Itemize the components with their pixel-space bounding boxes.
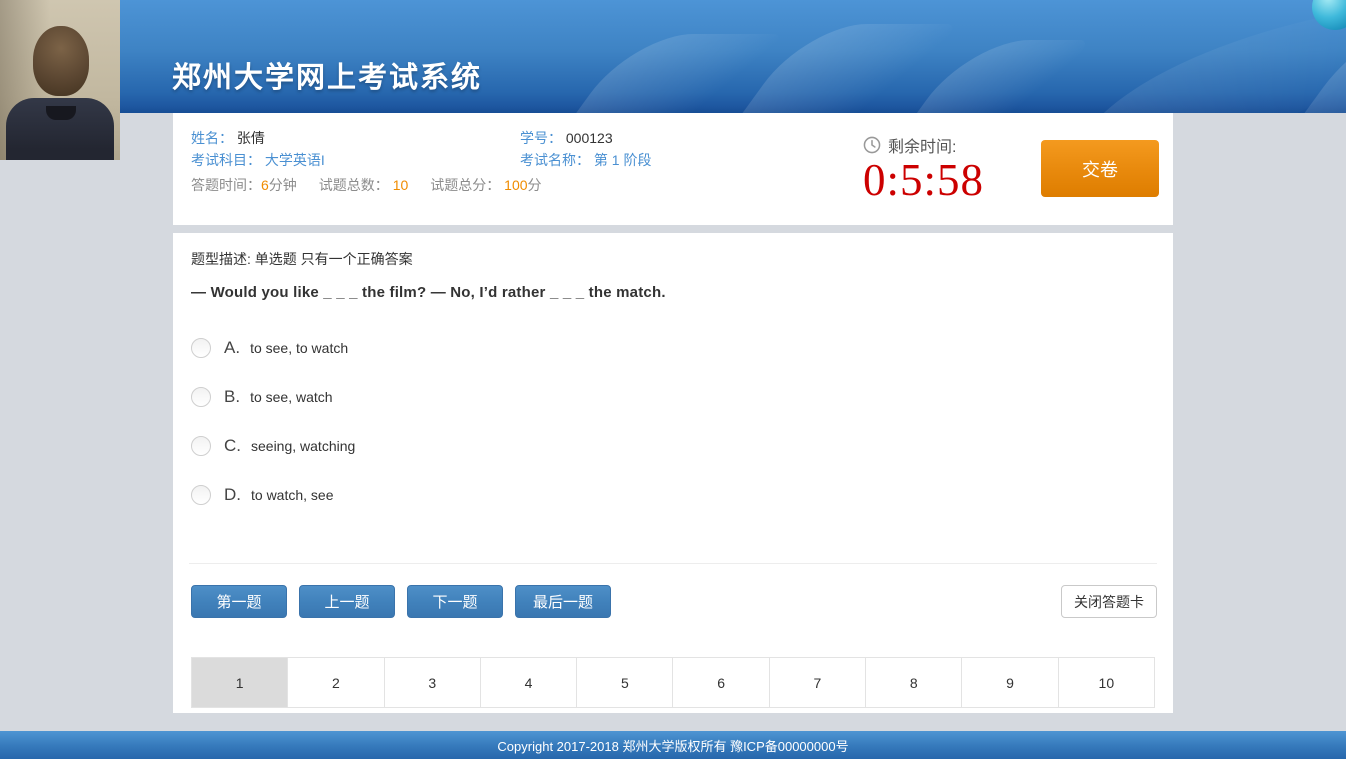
timer-label: 剩余时间: [888, 133, 956, 157]
name-label: 姓名： [191, 130, 233, 146]
question-cell-9[interactable]: 9 [961, 658, 1057, 707]
total-score-label: 试题总分： [430, 177, 500, 193]
question-nav-buttons: 第一题 上一题 下一题 最后一题 [191, 585, 611, 618]
first-question-button[interactable]: 第一题 [191, 585, 287, 618]
timer-block: 剩余时间: 0:5:58 [863, 133, 984, 203]
question-cell-3[interactable]: 3 [384, 658, 480, 707]
option-letter: C. [224, 436, 241, 456]
exam-subject-row: 考试科目： 大学英语I [191, 149, 542, 171]
header: 郑州大学网上考试系统 [0, 0, 1346, 113]
info-middle-column: 学号： 000123 考试名称： 第 1 阶段 [520, 127, 651, 171]
webcam-person-collar [46, 106, 76, 120]
clock-icon [863, 136, 881, 154]
option-row-c[interactable]: C. seeing, watching [191, 421, 791, 470]
radio-button-b[interactable] [191, 387, 211, 407]
timer-value: 0:5:58 [863, 157, 984, 203]
option-text: to see, watch [250, 389, 333, 405]
exam-name-row: 考试名称： 第 1 阶段 [520, 149, 651, 171]
student-info-panel: 姓名： 张倩 考试科目： 大学英语I 答题时间：6分钟 试题总数： 10 试题总分：… [173, 113, 1173, 225]
student-name-row: 姓名： 张倩 [191, 127, 542, 149]
question-cell-10[interactable]: 10 [1058, 658, 1154, 707]
option-text: seeing, watching [251, 438, 355, 454]
timer-label-row: 剩余时间: [863, 133, 984, 157]
option-row-b[interactable]: B. to see, watch [191, 372, 791, 421]
exam-page: 郑州大学网上考试系统 姓名： 张倩 考试科目： 大学英语I 答题时间：6分钟试题… [0, 0, 1346, 759]
question-count-value: 10 [393, 177, 409, 193]
question-cell-1[interactable]: 1 [192, 658, 287, 707]
question-cell-7[interactable]: 7 [769, 658, 865, 707]
radio-button-a[interactable] [191, 338, 211, 358]
exam-meta-row: 答题时间：6分钟 试题总数： 10 试题总分： 100分 [191, 174, 542, 196]
last-question-button[interactable]: 最后一题 [515, 585, 611, 618]
question-panel: 题型描述: 单选题 只有一个正确答案 — Would you like _ _ … [173, 233, 1173, 713]
divider [189, 563, 1157, 564]
duration-value: 6 [261, 177, 269, 193]
option-letter: B. [224, 387, 240, 407]
page-title: 郑州大学网上考试系统 [172, 54, 482, 96]
previous-question-button[interactable]: 上一题 [299, 585, 395, 618]
options-list: A. to see, to watch B. to see, watch C. … [191, 323, 791, 519]
option-text: to watch, see [251, 487, 334, 503]
copyright-text: Copyright 2017-2018 郑州大学版权所有 豫ICP备000000… [497, 736, 848, 755]
subject-value: 大学英语I [265, 152, 325, 168]
duration-unit: 分钟 [269, 177, 297, 193]
question-cell-4[interactable]: 4 [480, 658, 576, 707]
question-cell-5[interactable]: 5 [576, 658, 672, 707]
student-id-label: 学号： [520, 130, 562, 146]
next-question-button[interactable]: 下一题 [407, 585, 503, 618]
info-left-column: 姓名： 张倩 考试科目： 大学英语I 答题时间：6分钟 试题总数： 10 试题总分：… [191, 127, 542, 196]
question-cell-6[interactable]: 6 [672, 658, 768, 707]
submit-exam-button[interactable]: 交卷 [1041, 140, 1159, 197]
radio-button-d[interactable] [191, 485, 211, 505]
duration-label: 答题时间： [191, 177, 261, 193]
question-cell-8[interactable]: 8 [865, 658, 961, 707]
total-score-unit: 分 [528, 177, 542, 193]
footer: Copyright 2017-2018 郑州大学版权所有 豫ICP备000000… [0, 731, 1346, 759]
subject-label: 考试科目： [191, 152, 261, 168]
question-cell-2[interactable]: 2 [287, 658, 383, 707]
main-content: 姓名： 张倩 考试科目： 大学英语I 答题时间：6分钟试题总数： 10试题总分：… [173, 113, 1173, 713]
radio-button-c[interactable] [191, 436, 211, 456]
option-letter: A. [224, 338, 240, 358]
header-decoration [546, 34, 783, 113]
header-decoration [1053, 5, 1346, 113]
webcam-feed [0, 0, 120, 160]
exam-name-value: 第 1 阶段 [594, 152, 652, 168]
question-count-label: 试题总数： [319, 177, 389, 193]
option-letter: D. [224, 485, 241, 505]
option-text: to see, to watch [250, 340, 348, 356]
student-id-row: 学号： 000123 [520, 127, 651, 149]
option-row-a[interactable]: A. to see, to watch [191, 323, 791, 372]
question-type-description: 题型描述: 单选题 只有一个正确答案 [191, 249, 413, 269]
option-row-d[interactable]: D. to watch, see [191, 470, 791, 519]
exam-name-label: 考试名称： [520, 152, 590, 168]
webcam-person-head [33, 26, 89, 96]
close-answer-card-button[interactable]: 关闭答题卡 [1061, 585, 1157, 618]
answer-card-grid: 1 2 3 4 5 6 7 8 9 10 [191, 657, 1155, 708]
name-value: 张倩 [237, 130, 265, 146]
question-text: — Would you like _ _ _ the film? — No, I… [191, 284, 666, 301]
student-id-value: 000123 [566, 130, 613, 146]
total-score-value: 100 [504, 177, 527, 193]
